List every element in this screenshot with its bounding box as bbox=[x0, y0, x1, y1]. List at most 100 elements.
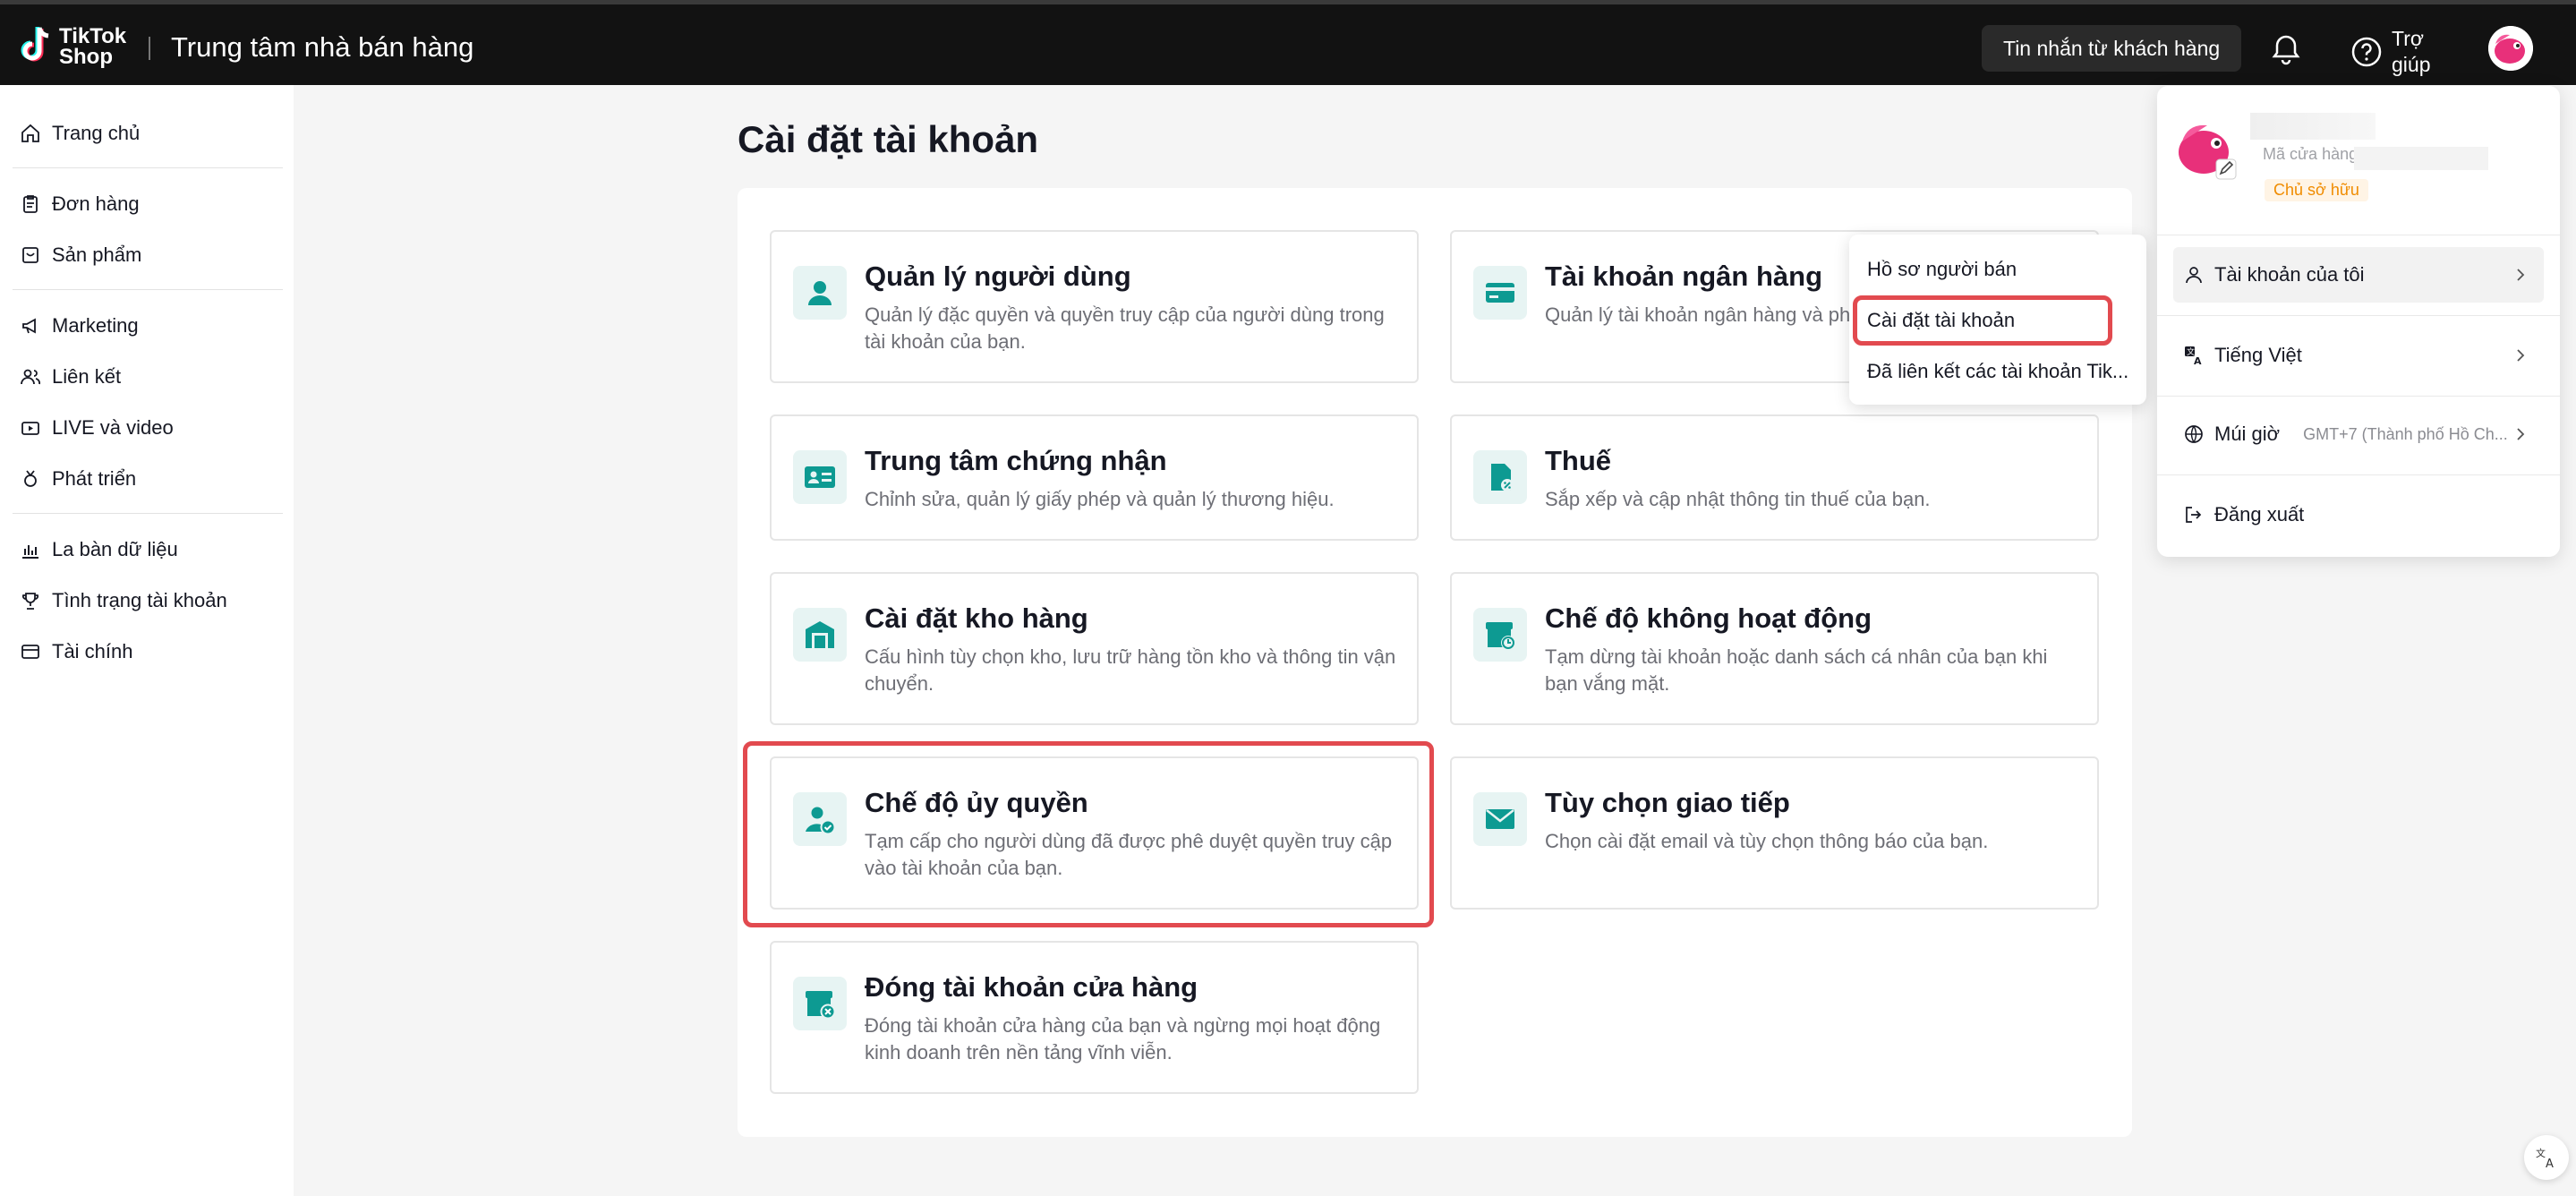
store-clock-icon bbox=[1473, 608, 1527, 662]
card-warehouse-settings[interactable]: Cài đặt kho hàng Cấu hình tùy chọn kho, … bbox=[770, 572, 1419, 725]
app-title: Trung tâm nhà bán hàng bbox=[171, 31, 474, 63]
sidebar-item-home[interactable]: Trang chủ bbox=[20, 115, 140, 151]
top-bar: TikTok Shop Trung tâm nhà bán hàng Tin n… bbox=[0, 0, 2576, 85]
logo-line2: Shop bbox=[59, 45, 113, 69]
store-close-icon bbox=[793, 977, 847, 1030]
help-button[interactable]: Trợ giúp bbox=[2350, 26, 2436, 78]
logo-text: TikTok Shop bbox=[59, 24, 127, 69]
sidebar-divider bbox=[13, 289, 283, 290]
tiktok-logo-icon bbox=[21, 27, 49, 62]
clipboard-icon bbox=[23, 195, 38, 213]
sidebar-item-label: Trang chủ bbox=[52, 122, 141, 144]
logo-line1: TikTok bbox=[59, 24, 127, 48]
card-title: Cài đặt kho hàng bbox=[865, 602, 1088, 634]
translate-glyph-icon: 文A bbox=[2536, 1147, 2554, 1170]
svg-text:A: A bbox=[2194, 355, 2202, 365]
sidebar-item-label: Tài chính bbox=[52, 640, 133, 662]
tiktok-shop-logo[interactable]: TikTok Shop bbox=[18, 24, 126, 69]
sidebar-item-label: Liên kết bbox=[52, 365, 122, 388]
avatar-image-icon bbox=[2488, 26, 2533, 71]
card-title: Chế độ không hoạt động bbox=[1545, 602, 1872, 634]
card-desc: Đóng tài khoản cửa hàng của bạn và ngừng… bbox=[865, 1014, 1381, 1064]
bank-card-icon bbox=[1473, 266, 1527, 320]
user-icon bbox=[793, 266, 847, 320]
logout-row[interactable]: Đăng xuất bbox=[2173, 487, 2544, 542]
translate-icon[interactable]: 文A bbox=[2524, 1135, 2569, 1180]
card-desc: Cấu hình tùy chọn kho, lưu trữ hàng tồn … bbox=[865, 645, 1396, 695]
megaphone-icon bbox=[22, 318, 36, 334]
chevron-right-icon bbox=[2517, 428, 2525, 440]
sidebar-item-orders[interactable]: Đơn hàng bbox=[20, 186, 140, 222]
video-icon bbox=[21, 422, 39, 435]
panel-divider bbox=[2157, 315, 2560, 316]
sidebar-item-products[interactable]: Sản phẩm bbox=[20, 237, 141, 273]
sidebar-item-marketing[interactable]: Marketing bbox=[20, 308, 139, 344]
card-desc: Chỉnh sửa, quản lý giấy phép và quản lý … bbox=[865, 488, 1335, 510]
chevron-right-icon bbox=[2517, 269, 2525, 281]
card-title: Thuế bbox=[1545, 445, 1612, 476]
logout-label: Đăng xuất bbox=[2214, 503, 2305, 525]
sidebar-item-growth[interactable]: Phát triển bbox=[20, 461, 136, 497]
tax-icon bbox=[1473, 450, 1527, 504]
help-label: Trợ giúp bbox=[2392, 27, 2431, 76]
card-title: Tài khoản ngân hàng bbox=[1545, 261, 1823, 292]
card-communication-preferences[interactable]: Tùy chọn giao tiếp Chọn cài đặt email và… bbox=[1450, 756, 2099, 910]
sidebar-item-affiliate[interactable]: Liên kết bbox=[20, 359, 121, 395]
panel-divider bbox=[2157, 474, 2560, 475]
card-certification-center[interactable]: Trung tâm chứng nhận Chỉnh sửa, quản lý … bbox=[770, 414, 1419, 541]
home-icon bbox=[21, 124, 39, 142]
chevron-right-icon bbox=[2517, 349, 2525, 362]
card-title: Đóng tài khoản cửa hàng bbox=[865, 971, 1198, 1003]
card-user-management[interactable]: Quản lý người dùng Quản lý đặc quyền và … bbox=[770, 230, 1419, 383]
shop-avatar-icon bbox=[2179, 124, 2237, 180]
avatar[interactable] bbox=[2488, 26, 2533, 71]
timezone-value: GMT+7 (Thành phố Hồ Ch... bbox=[2303, 424, 2508, 443]
sidebar-divider bbox=[13, 167, 283, 168]
warehouse-icon bbox=[793, 608, 847, 662]
medal-icon bbox=[24, 470, 37, 487]
language-row[interactable]: 文A Tiếng Việt bbox=[2173, 328, 2544, 383]
card-desc: Sắp xếp và cập nhật thông tin thuế của b… bbox=[1545, 488, 1931, 510]
sidebar-item-data-compass[interactable]: La bàn dữ liệu bbox=[20, 532, 178, 568]
sidebar-item-account-health[interactable]: Tình trạng tài khoản bbox=[20, 583, 227, 619]
mail-icon bbox=[1473, 792, 1527, 846]
users-icon bbox=[21, 369, 40, 385]
card-tax[interactable]: Thuế Sắp xếp và cập nhật thông tin thuế … bbox=[1450, 414, 2099, 541]
sidebar-item-label: Tình trạng tài khoản bbox=[52, 589, 227, 611]
shop-code-redacted bbox=[2354, 147, 2488, 170]
card-close-shop-account[interactable]: Đóng tài khoản cửa hàng Đóng tài khoản c… bbox=[770, 941, 1419, 1094]
card-desc: Chọn cài đặt email và tùy chọn thông báo… bbox=[1545, 830, 1989, 852]
sidebar-item-label: LIVE và video bbox=[52, 416, 174, 439]
card-desc: Tạm dừng tài khoản hoặc danh sách cá nhâ… bbox=[1545, 645, 2048, 695]
id-card-icon bbox=[793, 450, 847, 504]
sidebar-item-label: Marketing bbox=[52, 314, 139, 337]
question-icon bbox=[2351, 37, 2382, 67]
card-desc: Quản lý đặc quyền và quyền truy cập của … bbox=[865, 303, 1385, 353]
menu-item-seller-profile[interactable]: Hồ sơ người bán bbox=[1867, 258, 2017, 281]
sidebar-item-label: Đơn hàng bbox=[52, 192, 140, 215]
svg-text:文: 文 bbox=[2536, 1147, 2546, 1159]
trophy-icon bbox=[21, 593, 39, 610]
timezone-row[interactable]: Múi giờ GMT+7 (Thành phố Hồ Ch... bbox=[2173, 406, 2544, 462]
account-panel: Mã cửa hàng Chủ sở hữu Tài khoản của tôi… bbox=[2157, 86, 2560, 557]
customer-messages-button[interactable]: Tin nhắn từ khách hàng bbox=[1982, 25, 2242, 72]
sidebar-item-live-video[interactable]: LIVE và video bbox=[20, 410, 174, 446]
globe-icon bbox=[2185, 425, 2203, 443]
sidebar-item-finance[interactable]: Tài chính bbox=[20, 634, 133, 670]
header-divider bbox=[149, 37, 150, 60]
logout-icon bbox=[2186, 507, 2202, 523]
shop-code-label: Mã cửa hàng bbox=[2263, 145, 2358, 163]
product-icon bbox=[22, 247, 38, 263]
translate-icon: 文A bbox=[2185, 346, 2202, 365]
panel-divider bbox=[2157, 396, 2560, 397]
card-inactive-mode[interactable]: Chế độ không hoạt động Tạm dừng tài khoả… bbox=[1450, 572, 2099, 725]
chart-icon bbox=[22, 545, 38, 559]
timezone-label: Múi giờ bbox=[2214, 423, 2281, 445]
menu-item-linked-accounts[interactable]: Đã liên kết các tài khoản Tik... bbox=[1867, 360, 2128, 383]
my-account-row[interactable]: Tài khoản của tôi bbox=[2173, 247, 2544, 303]
sidebar: Trang chủ Đơn hàng Sản phẩm Marketing Li… bbox=[0, 85, 294, 1196]
wallet-icon bbox=[21, 645, 39, 659]
bell-icon[interactable] bbox=[2268, 31, 2304, 67]
page-title: Cài đặt tài khoản bbox=[738, 118, 1039, 160]
sidebar-item-label: La bàn dữ liệu bbox=[52, 538, 178, 560]
